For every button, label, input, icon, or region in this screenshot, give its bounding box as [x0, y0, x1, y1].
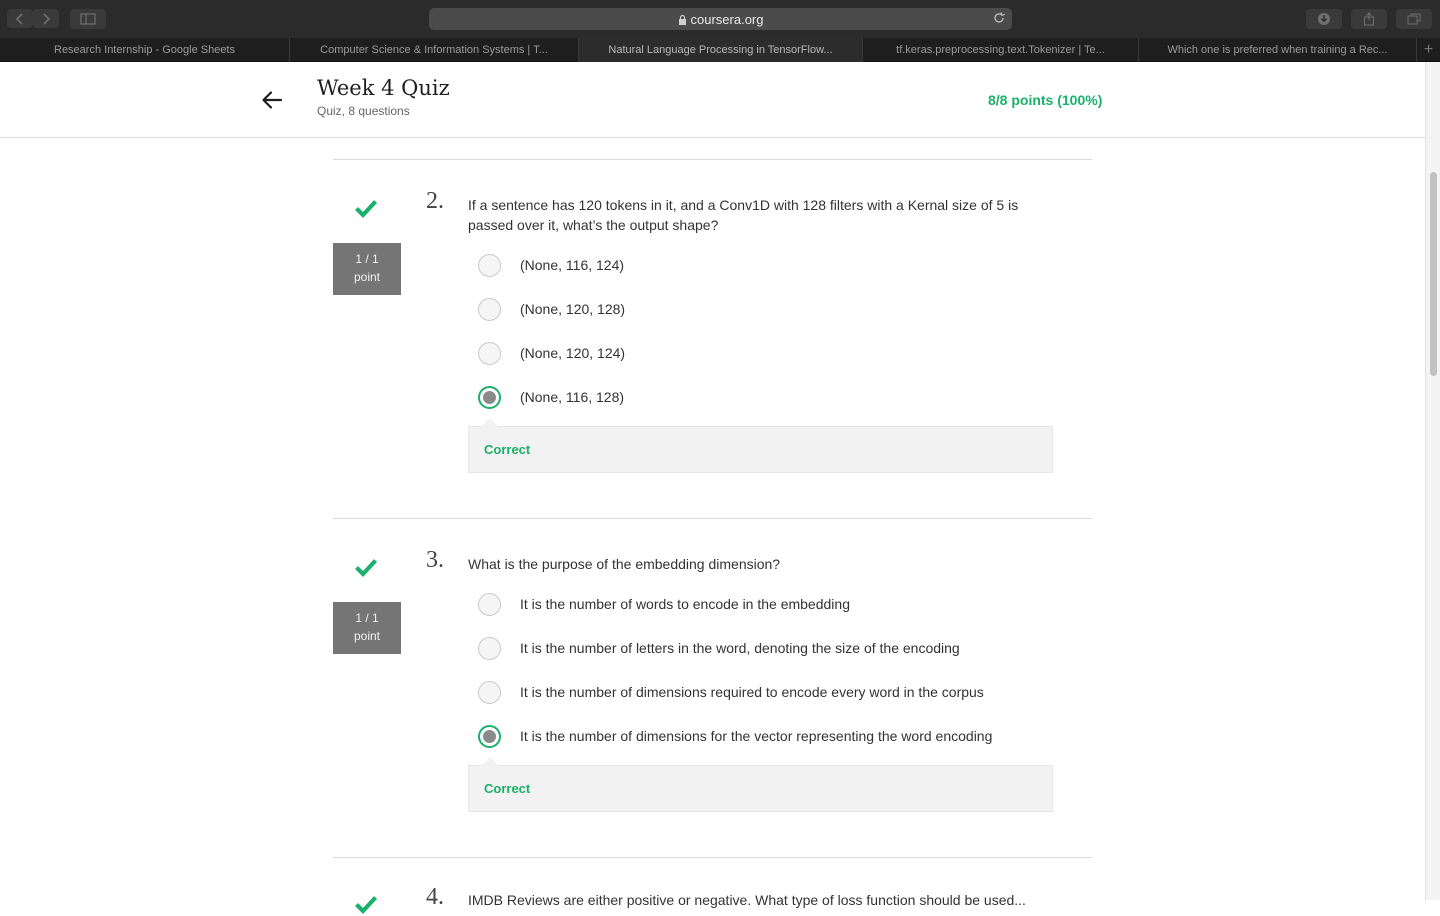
download-icon [1318, 13, 1330, 25]
feedback-text: Correct [484, 781, 531, 796]
tab-label: tf.keras.preprocessing.text.Tokenizer | … [896, 44, 1105, 56]
feedback-box: Correct [468, 757, 1053, 812]
new-tab-button[interactable]: + [1416, 38, 1440, 62]
browser-tab-bar: Research Internship - Google Sheets Comp… [0, 38, 1440, 62]
radio-button-selected[interactable] [478, 725, 501, 748]
share-button[interactable] [1351, 9, 1387, 29]
option-label: It is the number of dimensions for the v… [520, 728, 993, 744]
points-unit: point [353, 270, 381, 284]
lock-icon [678, 14, 686, 25]
answer-option[interactable]: (None, 116, 124) [478, 254, 1078, 278]
check-icon [355, 559, 378, 578]
downloads-button[interactable] [1306, 9, 1342, 29]
question-text: If a sentence has 120 tokens in it, and … [468, 197, 1019, 233]
reload-icon[interactable] [992, 11, 1006, 25]
option-label: It is the number of letters in the word,… [520, 640, 960, 656]
option-label: (None, 116, 128) [520, 389, 625, 405]
tab-label: Natural Language Processing in TensorFlo… [608, 44, 833, 56]
question-text: IMDB Reviews are either positive or nega… [468, 892, 1026, 908]
browser-tab[interactable]: tf.keras.preprocessing.text.Tokenizer | … [862, 38, 1138, 62]
chevron-left-icon [15, 12, 23, 25]
tab-overview-button[interactable] [1396, 9, 1432, 29]
answer-option[interactable]: (None, 120, 128) [478, 298, 1078, 322]
radio-button[interactable] [478, 681, 501, 704]
sidebar-toggle-button[interactable] [70, 9, 106, 29]
question-text: What is the purpose of the embedding dim… [468, 556, 781, 572]
page-subtitle: Quiz, 8 questions [317, 104, 410, 118]
answer-option-selected[interactable]: (None, 116, 128) [478, 386, 1078, 410]
answer-option[interactable]: It is the number of words to encode in t… [478, 593, 1078, 617]
feedback-box: Correct [468, 418, 1053, 473]
tab-label: Computer Science & Information Systems |… [320, 44, 548, 56]
radio-button[interactable] [478, 637, 501, 660]
answer-option[interactable]: It is the number of dimensions required … [478, 681, 1078, 705]
radio-button[interactable] [478, 593, 501, 616]
page-scrollbar[interactable] [1425, 62, 1440, 900]
browser-tab[interactable]: Computer Science & Information Systems |… [289, 38, 578, 62]
browser-tab-active[interactable]: Natural Language Processing in TensorFlo… [578, 38, 862, 62]
quiz-header: Week 4 Quiz Quiz, 8 questions 8/8 points… [0, 62, 1425, 138]
back-arrow-icon[interactable] [260, 88, 284, 112]
radio-button[interactable] [478, 298, 501, 321]
quiz-page: Week 4 Quiz Quiz, 8 questions 8/8 points… [0, 62, 1425, 915]
address-bar[interactable]: coursera.org [429, 8, 1012, 30]
check-icon [355, 200, 378, 219]
sidebar-icon [80, 13, 96, 25]
answer-option[interactable]: (None, 120, 124) [478, 342, 1078, 366]
question-divider [333, 518, 1092, 519]
radio-button-selected[interactable] [478, 386, 501, 409]
browser-back-button[interactable] [7, 9, 33, 28]
option-label: It is the number of words to encode in t… [520, 596, 850, 612]
question-divider [333, 857, 1092, 858]
option-label: (None, 116, 124) [520, 257, 625, 273]
points-badge: 1 / 1 point [333, 243, 401, 295]
points-value: 1 / 1 [355, 611, 379, 625]
answer-option[interactable]: It is the number of letters in the word,… [478, 637, 1078, 661]
question-number: 2. [426, 188, 444, 214]
address-text: coursera.org [690, 11, 764, 27]
browser-tab[interactable]: Research Internship - Google Sheets [0, 38, 289, 62]
chevron-right-icon [43, 12, 51, 25]
answer-option-selected[interactable]: It is the number of dimensions for the v… [478, 725, 1078, 749]
tab-label: Which one is preferred when training a R… [1167, 44, 1388, 56]
radio-button[interactable] [478, 254, 501, 277]
browser-tab[interactable]: Which one is preferred when training a R… [1138, 38, 1416, 62]
browser-toolbar: coursera.org [0, 0, 1440, 38]
question-number: 3. [426, 547, 444, 573]
page-title: Week 4 Quiz [317, 76, 450, 100]
feedback-text: Correct [484, 442, 531, 457]
question-divider [333, 159, 1092, 160]
tab-label: Research Internship - Google Sheets [54, 44, 235, 56]
points-unit: point [353, 629, 381, 643]
scrollbar-thumb[interactable] [1430, 172, 1437, 376]
browser-forward-button[interactable] [33, 9, 59, 28]
check-icon [355, 896, 378, 915]
option-label: It is the number of dimensions required … [520, 684, 984, 700]
tabs-icon [1407, 13, 1421, 25]
score-summary: 8/8 points (100%) [988, 92, 1103, 108]
radio-button[interactable] [478, 342, 501, 365]
share-icon [1364, 12, 1374, 26]
option-label: (None, 120, 128) [520, 301, 626, 317]
points-value: 1 / 1 [355, 252, 379, 266]
question-number: 4. [426, 884, 444, 910]
points-badge: 1 / 1 point [333, 602, 401, 654]
option-label: (None, 120, 124) [520, 345, 626, 361]
